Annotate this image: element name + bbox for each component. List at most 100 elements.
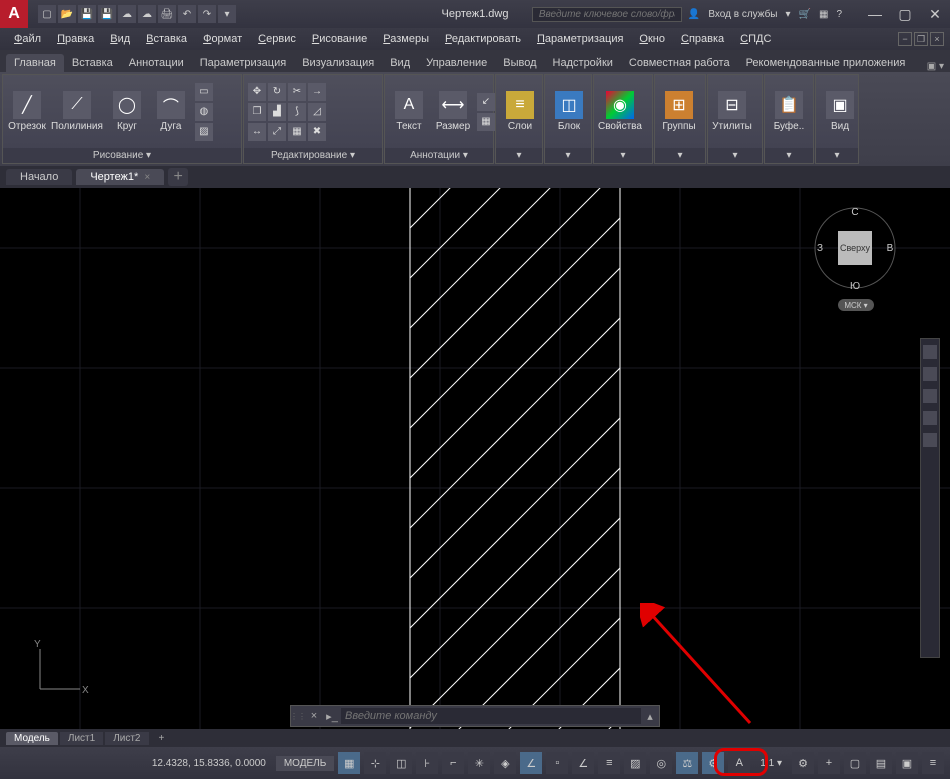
mdi-close-icon[interactable]: ×: [930, 32, 944, 46]
zoom-icon[interactable]: [923, 389, 937, 403]
menu-tools[interactable]: Сервис: [250, 31, 304, 47]
person-icon[interactable]: 👤: [688, 9, 700, 20]
menu-dim[interactable]: Размеры: [375, 31, 437, 47]
app-logo[interactable]: A: [0, 0, 28, 28]
transparency-icon[interactable]: ▨: [624, 752, 646, 774]
pan-icon[interactable]: [923, 367, 937, 381]
anno-visibility-icon[interactable]: ⚙: [702, 752, 724, 774]
leader-icon[interactable]: ↙: [477, 93, 495, 111]
otrack-icon[interactable]: ∠: [572, 752, 594, 774]
panel-modify-title[interactable]: Редактирование ▾: [244, 148, 382, 163]
anno-auto-icon[interactable]: A: [728, 752, 750, 774]
trim-icon[interactable]: ✂: [288, 83, 306, 101]
tab-annotate[interactable]: Аннотации: [121, 54, 192, 72]
selection-cycle-icon[interactable]: ◎: [650, 752, 672, 774]
groups-button[interactable]: ⊞Группы: [659, 91, 699, 132]
app-switch-icon[interactable]: ▦: [819, 9, 828, 20]
customize-icon[interactable]: ≡: [922, 752, 944, 774]
cmd-grip-icon[interactable]: ⋮⋮: [291, 712, 305, 721]
extend-icon[interactable]: →: [308, 83, 326, 101]
dim-button[interactable]: ⟷Размер: [433, 91, 473, 132]
workspace-icon[interactable]: ⚙: [792, 752, 814, 774]
chamfer-icon[interactable]: ◿: [308, 103, 326, 121]
array-icon[interactable]: ▦: [288, 123, 306, 141]
search-input[interactable]: [532, 7, 682, 22]
menu-param[interactable]: Параметризация: [529, 31, 631, 47]
redo-icon[interactable]: ↷: [198, 5, 216, 23]
cmd-close-icon[interactable]: ×: [305, 710, 323, 722]
exchange-icon[interactable]: ▾: [786, 9, 791, 20]
circle-button[interactable]: ◯Круг: [107, 91, 147, 132]
menu-modify[interactable]: Редактировать: [437, 31, 529, 47]
new-icon[interactable]: ▢: [38, 5, 56, 23]
clipboard-button[interactable]: 📋Буфе..: [769, 91, 809, 132]
osnap-icon[interactable]: ∠: [520, 752, 542, 774]
layout-sheet1[interactable]: Лист1: [60, 732, 103, 745]
tab-collab[interactable]: Совместная работа: [621, 54, 738, 72]
help-icon[interactable]: ?: [836, 9, 842, 20]
rect-icon[interactable]: ▭: [195, 83, 213, 101]
doctab-drawing1[interactable]: Чертеж1*×: [76, 169, 164, 185]
menu-insert[interactable]: Вставка: [138, 31, 195, 47]
mirror-icon[interactable]: ▟: [268, 103, 286, 121]
isolate-icon[interactable]: ▢: [844, 752, 866, 774]
dynamic-input-icon[interactable]: ⊦: [416, 752, 438, 774]
web-save-icon[interactable]: ☁: [138, 5, 156, 23]
print-icon[interactable]: 🖨: [158, 5, 176, 23]
layout-model[interactable]: Модель: [6, 732, 58, 745]
nav-bar[interactable]: [920, 338, 940, 658]
undo-icon[interactable]: ↶: [178, 5, 196, 23]
saveas-icon[interactable]: 💾: [98, 5, 116, 23]
menu-edit[interactable]: Правка: [49, 31, 102, 47]
tab-output[interactable]: Вывод: [495, 54, 544, 72]
panel-draw-title[interactable]: Рисование ▾: [3, 148, 241, 163]
stretch-icon[interactable]: ↔: [248, 123, 266, 141]
anno-monitor-icon[interactable]: +: [818, 752, 840, 774]
web-open-icon[interactable]: ☁: [118, 5, 136, 23]
fillet-icon[interactable]: ⟆: [288, 103, 306, 121]
menu-help[interactable]: Справка: [673, 31, 732, 47]
layout-add[interactable]: +: [151, 732, 173, 745]
doctab-start[interactable]: Начало: [6, 169, 72, 185]
tab-view[interactable]: Вид: [382, 54, 418, 72]
menu-draw[interactable]: Рисование: [304, 31, 375, 47]
ribbon-collapse-icon[interactable]: ▣ ▾: [927, 61, 944, 72]
view-button[interactable]: ▣Вид: [820, 91, 860, 132]
mdi-restore-icon[interactable]: ❐: [914, 32, 928, 46]
scale-display[interactable]: 1:1 ▾: [754, 758, 788, 769]
close-icon[interactable]: ×: [144, 172, 150, 183]
3dosnap-icon[interactable]: ▫: [546, 752, 568, 774]
tab-home[interactable]: Главная: [6, 54, 64, 72]
wheel-icon[interactable]: [923, 345, 937, 359]
maximize-button[interactable]: ▢: [890, 0, 920, 28]
menu-window[interactable]: Окно: [631, 31, 673, 47]
menu-format[interactable]: Формат: [195, 31, 250, 47]
tab-manage[interactable]: Управление: [418, 54, 495, 72]
scale-icon[interactable]: ⤢: [268, 123, 286, 141]
signin-link[interactable]: Вход в службы: [708, 9, 777, 20]
command-input[interactable]: [341, 708, 641, 724]
viewcube[interactable]: Сверху С Ю В З МСК ▾: [810, 203, 900, 293]
menu-file[interactable]: Файл: [6, 31, 49, 47]
rotate-icon[interactable]: ↻: [268, 83, 286, 101]
table-icon[interactable]: ▦: [477, 113, 495, 131]
cart-icon[interactable]: 🛒: [799, 9, 811, 20]
command-line[interactable]: ⋮⋮ × ▸_ ▴: [290, 705, 660, 727]
showmotion-icon[interactable]: [923, 433, 937, 447]
erase-icon[interactable]: ✖: [308, 123, 326, 141]
utils-button[interactable]: ⊟Утилиты: [712, 91, 752, 132]
tab-visual[interactable]: Визуализация: [294, 54, 382, 72]
model-space-button[interactable]: МОДЕЛЬ: [276, 756, 334, 771]
anno-scale-icon[interactable]: ⚖: [676, 752, 698, 774]
mdi-min-icon[interactable]: −: [898, 32, 912, 46]
doctab-add[interactable]: +: [168, 168, 188, 186]
polar-icon[interactable]: ✳: [468, 752, 490, 774]
tab-param[interactable]: Параметризация: [192, 54, 294, 72]
tab-insert[interactable]: Вставка: [64, 54, 121, 72]
ellipse-icon[interactable]: ◍: [195, 103, 213, 121]
grid-toggle-icon[interactable]: ▦: [338, 752, 360, 774]
props-button[interactable]: ◉Свойства: [598, 91, 642, 132]
orbit-icon[interactable]: [923, 411, 937, 425]
copy-icon[interactable]: ❐: [248, 103, 266, 121]
lineweight-icon[interactable]: ≡: [598, 752, 620, 774]
